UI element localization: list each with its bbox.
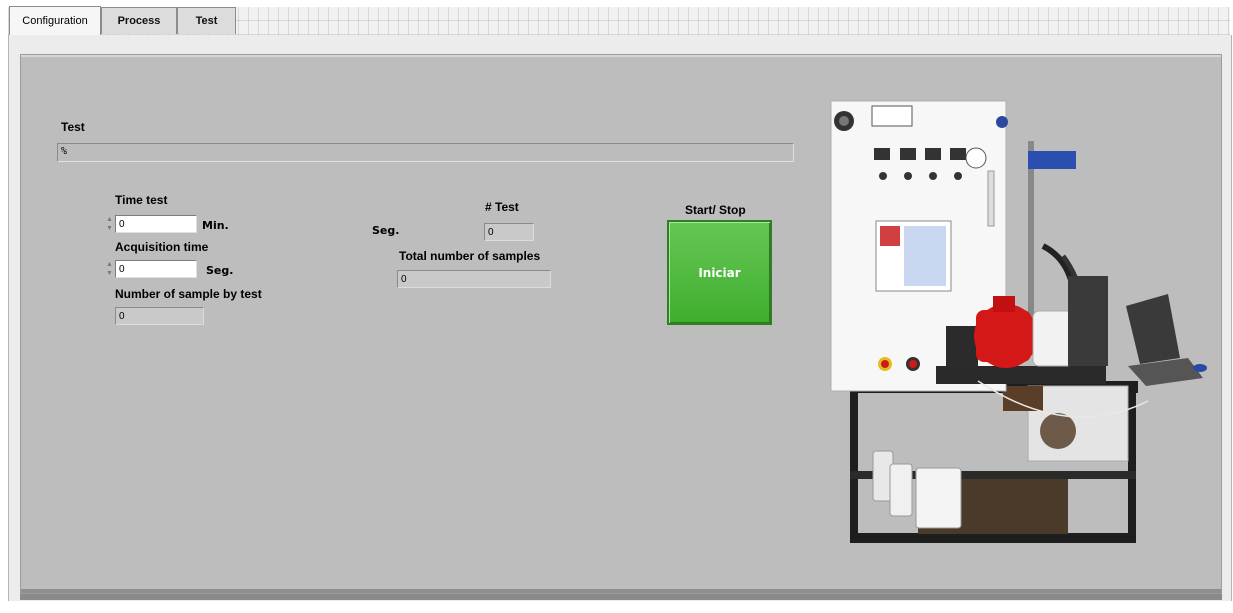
test-progress-label: Test [61, 120, 85, 134]
spin-down-icon[interactable]: ▼ [104, 224, 115, 233]
tab-test[interactable]: Test [177, 7, 236, 34]
test-bench-photo [830, 100, 1207, 543]
test-progress-bar: % [57, 143, 794, 162]
time-test-spinner[interactable]: ▲ ▼ [104, 215, 115, 233]
time-test-label: Time test [115, 193, 168, 207]
progress-percent-text: % [61, 146, 68, 157]
tab-process[interactable]: Process [101, 7, 177, 34]
total-samples-display: 0 [397, 270, 551, 288]
samples-by-test-display: 0 [115, 307, 204, 325]
tab-strip: Configuration Process Test [8, 6, 1230, 36]
acquisition-time-input[interactable]: 0 [115, 260, 197, 278]
test-count-label: # Test [485, 200, 519, 214]
acquisition-time-unit: Seg. [206, 264, 234, 277]
seg-unit-label: Seg. [372, 224, 400, 237]
time-test-unit: Min. [202, 219, 229, 232]
spin-up-icon[interactable]: ▲ [104, 215, 115, 224]
start-stop-label: Start/ Stop [685, 203, 746, 217]
time-test-input[interactable]: 0 [115, 215, 197, 233]
acquisition-time-spinner[interactable]: ▲ ▼ [104, 260, 115, 278]
total-samples-label: Total number of samples [399, 249, 541, 263]
spin-down-icon[interactable]: ▼ [104, 269, 115, 278]
test-count-display: 0 [484, 223, 534, 241]
tab-configuration[interactable]: Configuration [9, 6, 101, 35]
start-stop-button[interactable]: Iniciar [667, 220, 772, 325]
samples-by-test-label: Number of sample by test [115, 287, 262, 301]
panel-bottom-border [20, 594, 1222, 600]
spin-up-icon[interactable]: ▲ [104, 260, 115, 269]
acquisition-time-label: Acquisition time [115, 240, 209, 254]
